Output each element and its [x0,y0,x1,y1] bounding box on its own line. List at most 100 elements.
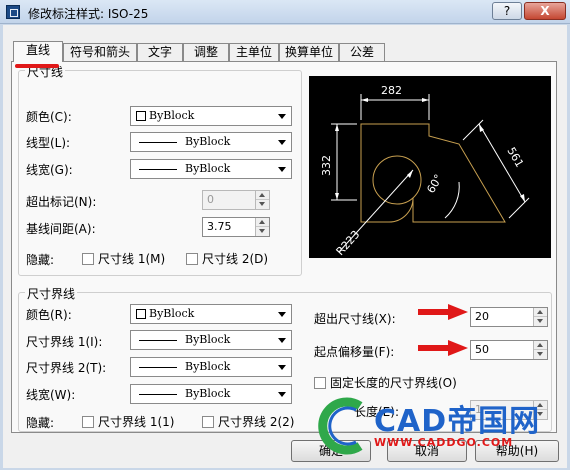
baseline-spacing-label: 基线间距(A): [26,222,96,236]
suppress-ext-line-1-label: 尺寸界线 1(1) [98,415,175,429]
ext-linetype1-label: 尺寸界线 1(I): [26,335,103,349]
title-bar[interactable]: 修改标注样式: ISO-25 ? X [0,0,570,24]
ext-lineweight-select[interactable]: ByBlock [130,384,292,404]
chevron-down-icon [278,392,286,397]
chevron-down-icon [278,365,286,370]
spin-up-icon[interactable] [256,218,269,227]
dim-color-label: 颜色(C): [26,110,72,124]
dim-linetype-select[interactable]: ByBlock [130,132,292,152]
tab-alternate-units[interactable]: 换算单位 [279,43,339,61]
dim-color-select[interactable]: ByBlock [130,106,292,126]
line-sample [139,340,177,341]
spin-down-icon[interactable] [534,317,547,326]
tab-symbols-arrows[interactable]: 符号和箭头 [63,43,137,61]
ext-suppress-label: 隐藏: [26,416,55,430]
dim-radius-text: R223 [334,228,363,258]
spin-down-icon[interactable] [256,227,269,236]
ext-linetype2-value: ByBlock [185,360,231,373]
angle-arc [444,181,460,219]
red-arrow-annotation [418,340,468,356]
fixed-length-label: 固定长度的尺寸界线(O) [330,376,457,390]
ext-linetype1-value: ByBlock [185,333,231,346]
ext-linetype2-select[interactable]: ByBlock [130,357,292,377]
tab-highlight-mark [15,64,59,68]
suppress-dim-line-1-label: 尺寸线 1(M) [98,252,166,266]
dim-slant-text: 561 [504,145,526,170]
chevron-down-icon [278,312,286,317]
chevron-down-icon [278,114,286,119]
baseline-spacing-value: 3.75 [207,220,232,233]
checkbox-box [314,377,326,389]
watermark: CAD帝国网 WWW.CADDGO.COM [312,392,570,470]
fixed-length-checkbox[interactable]: 固定长度的尺寸界线(O) [314,374,457,390]
offset-origin-value: 50 [475,343,489,356]
color-swatch [136,111,146,121]
line-sample [139,169,177,170]
suppress-ext-line-1-checkbox[interactable]: 尺寸界线 1(1) [82,413,174,429]
watermark-url: WWW.CADDGO.COM [374,436,514,449]
checkbox-box [82,416,94,428]
dim-lineweight-label: 线宽(G): [26,163,73,177]
dim-linetype-value: ByBlock [185,135,231,148]
chevron-down-icon [278,167,286,172]
preview-drawing: 282 332 561 60° R223 [320,84,530,258]
spin-up-icon[interactable] [256,191,269,200]
extend-beyond-ticks-spinner[interactable]: 0 [202,190,270,210]
suppress-dim-line-2-label: 尺寸线 2(D) [202,252,269,266]
spin-down-icon[interactable] [256,200,269,209]
baseline-spacing-spinner[interactable]: 3.75 [202,217,270,237]
checkbox-box [186,253,198,265]
dim-lineweight-value: ByBlock [185,162,231,175]
dimension-preview: 282 332 561 60° R223 [309,76,551,258]
spin-up-icon[interactable] [534,341,547,350]
red-arrow-annotation [418,304,468,320]
ext-linetype2-label: 尺寸界线 2(T): [26,361,107,375]
extension-lines-title: 尺寸界线 [25,285,78,302]
tab-lines[interactable]: 直线 [13,41,63,62]
line-sample [139,142,177,143]
extend-beyond-dim-value: 20 [475,310,489,323]
ext-linetype1-select[interactable]: ByBlock [130,330,292,350]
dim-color-value: ByBlock [149,109,195,122]
suppress-dim-line-2-checkbox[interactable]: 尺寸线 2(D) [186,250,268,266]
cad-logo-icon [318,397,363,455]
extend-beyond-ticks-label: 超出标记(N): [26,195,97,209]
checkbox-box [202,416,214,428]
suppress-dim-line-1-checkbox[interactable]: 尺寸线 1(M) [82,250,165,266]
tab-tolerances[interactable]: 公差 [339,43,385,61]
ext-lineweight-value: ByBlock [185,387,231,400]
watermark-brand: CAD帝国网 [374,404,541,439]
line-sample [139,367,177,368]
dim-angle-text: 60° [424,172,445,195]
ext-lineweight-label: 线宽(W): [26,388,76,402]
dim-linetype-label: 线型(L): [26,136,71,150]
spin-down-icon[interactable] [534,350,547,359]
extend-beyond-dim-label: 超出尺寸线(X): [314,312,396,326]
ext-color-select[interactable]: ByBlock [130,304,292,324]
suppress-ext-line-2-checkbox[interactable]: 尺寸界线 2(2) [202,413,294,429]
close-button[interactable]: X [524,2,566,20]
offset-origin-label: 起点偏移量(F): [314,345,395,359]
color-swatch [136,309,146,319]
offset-origin-spinner[interactable]: 50 [470,340,548,360]
extend-beyond-ticks-value: 0 [207,193,214,206]
dim-top-text: 282 [381,84,402,97]
chevron-down-icon [278,140,286,145]
tab-fit[interactable]: 调整 [183,43,229,61]
help-title-button[interactable]: ? [492,2,522,20]
window-title: 修改标注样式: ISO-25 [28,7,149,21]
suppress-ext-line-2-label: 尺寸界线 2(2) [218,415,295,429]
extend-beyond-dim-spinner[interactable]: 20 [470,307,548,327]
spin-up-icon[interactable] [534,308,547,317]
line-sample [139,394,177,395]
checkbox-box [82,253,94,265]
dim-left-text: 332 [320,155,333,176]
ext-color-label: 颜色(R): [26,308,72,322]
dim-suppress-label: 隐藏: [26,253,55,267]
ext-color-value: ByBlock [149,307,195,320]
dim-lineweight-select[interactable]: ByBlock [130,159,292,179]
tab-panel-lines: 尺寸线 颜色(C): ByBlock 线型(L): ByBlock 线宽(G):… [11,61,557,433]
hole-circle [372,155,422,205]
tab-text[interactable]: 文字 [137,43,183,61]
tab-primary-units[interactable]: 主单位 [229,43,279,61]
